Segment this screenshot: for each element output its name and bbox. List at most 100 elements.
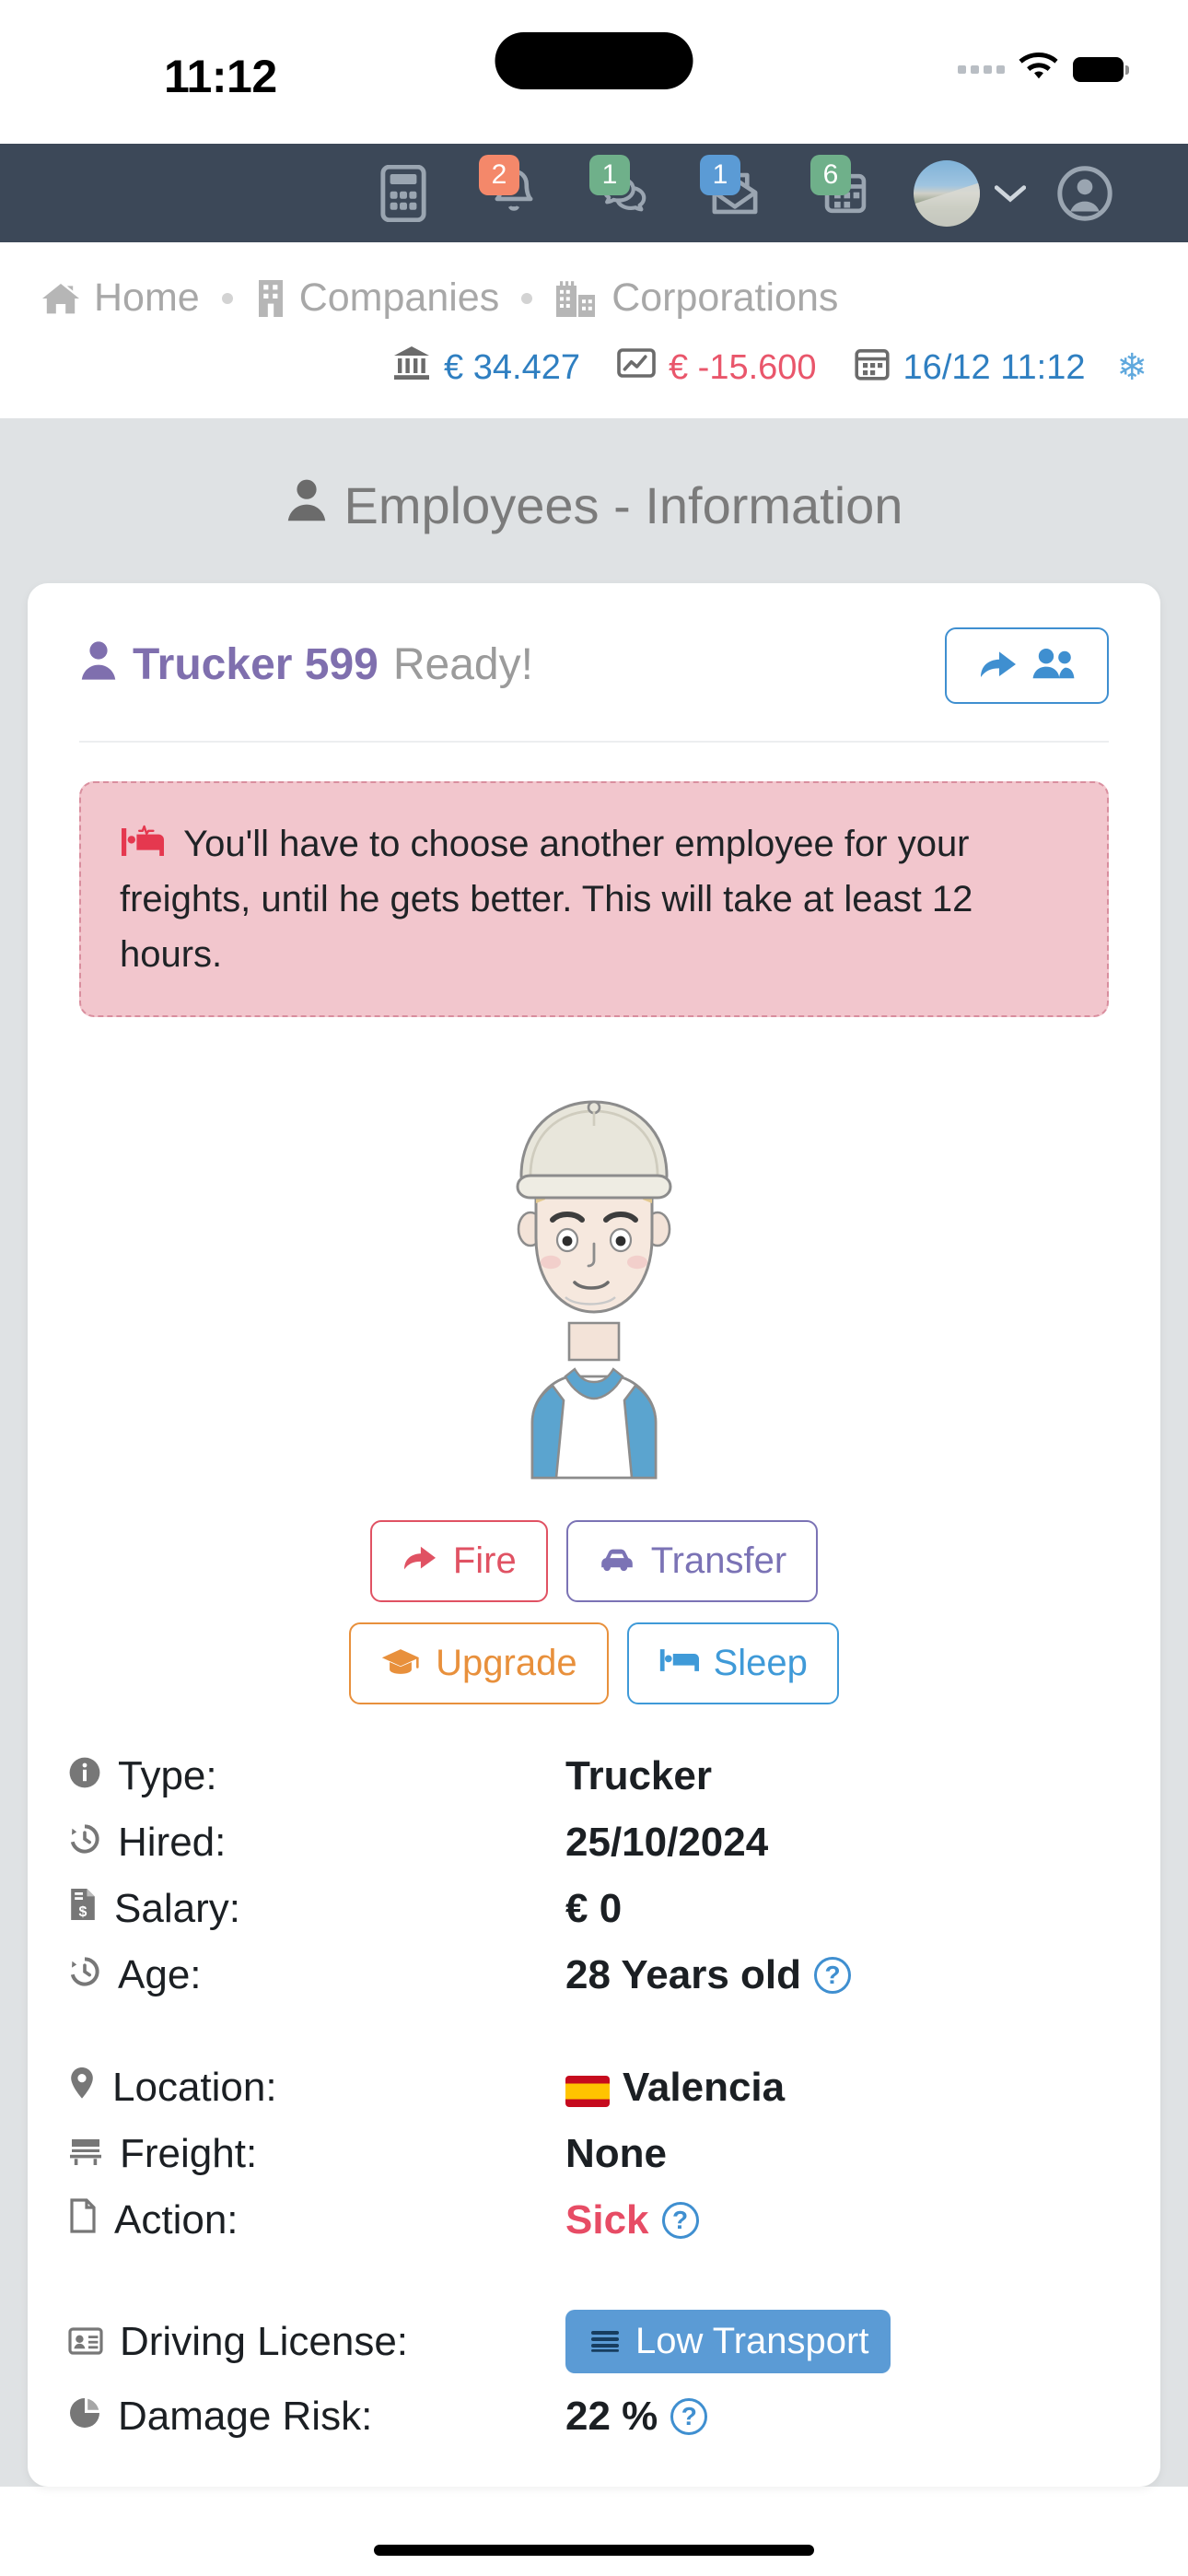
detail-value-freight: None (565, 2131, 667, 2176)
transfer-button-label: Transfer (650, 1540, 787, 1581)
detail-value-location: Valencia (565, 2065, 785, 2111)
wifi-icon (1018, 52, 1060, 88)
license-stack-icon (588, 2321, 623, 2362)
spain-flag (565, 2076, 610, 2107)
upgrade-button[interactable]: Upgrade (349, 1622, 609, 1704)
stat-datetime-value: 16/12 11:12 (903, 347, 1086, 387)
info-icon (68, 1753, 101, 1799)
stats-bar: € 34.427 € -15.600 16/12 11:12 ❄ (0, 321, 1188, 418)
top-navbar: 2 1 1 6 (0, 144, 1188, 242)
detail-row-freight: Freight: None (68, 2121, 1120, 2187)
calculator-icon (378, 164, 429, 222)
employee-title: Trucker 599 Ready! (79, 639, 533, 693)
card-divider (79, 741, 1109, 743)
stat-profit[interactable]: € -15.600 (617, 345, 817, 391)
employee-name: Trucker 599 (133, 639, 379, 689)
detail-value-salary: € 0 (565, 1886, 623, 1931)
age-help-icon[interactable]: ? (814, 1957, 852, 1994)
notifications-badge: 2 (479, 155, 519, 195)
history-icon (68, 1820, 101, 1866)
stat-profit-value: € -15.600 (668, 347, 817, 387)
employee-card: Trucker 599 Ready! You'll have to choose… (28, 583, 1160, 2487)
detail-label-hired: Hired: (68, 1820, 565, 1866)
chat-badge: 1 (589, 155, 630, 195)
graduation-cap-icon (380, 1643, 421, 1684)
nav-item-notifications[interactable]: 2 (459, 144, 569, 242)
detail-label-location: Location: (68, 2065, 565, 2111)
detail-group-spacer (68, 2254, 1120, 2300)
chevron-down-icon (995, 183, 1026, 204)
assign-employee-button[interactable] (945, 627, 1109, 704)
fire-button-label: Fire (452, 1540, 517, 1581)
detail-label-action: Action: (68, 2197, 565, 2243)
detail-row-driving-license: Driving License: Low Transport (68, 2300, 1120, 2383)
app-screen: 11:12 2 1 1 6 Home Companies Corporation… (0, 0, 1188, 2576)
breadcrumb-item-home[interactable]: Home (41, 275, 200, 321)
sleep-button-label: Sleep (713, 1643, 808, 1683)
breadcrumb-item-corporations[interactable]: Corporations (554, 275, 838, 321)
breadcrumb-separator (221, 292, 233, 304)
detail-value-driving-license: Low Transport (565, 2310, 891, 2373)
people-icon (1031, 646, 1076, 685)
nav-item-chat[interactable]: 1 (569, 144, 680, 242)
nav-item-calendar[interactable]: 6 (790, 144, 901, 242)
car-icon (598, 1540, 636, 1582)
signal-dots-icon (958, 65, 1005, 74)
sick-alert-text: You'll have to choose another employee f… (120, 824, 973, 975)
sick-alert: You'll have to choose another employee f… (79, 781, 1109, 1017)
detail-label-age: Age: (68, 1952, 565, 1998)
status-bar-time: 11:12 (164, 51, 277, 102)
damage-risk-help-icon[interactable]: ? (670, 2398, 708, 2435)
detail-label-salary: $ Salary: (68, 1886, 565, 1932)
detail-row-action: Action: Sick ? (68, 2187, 1120, 2254)
detail-label-damage-risk: Damage Risk: (68, 2394, 565, 2440)
detail-label-driving-license: Driving License: (68, 2319, 565, 2365)
detail-row-damage-risk: Damage Risk: 22 % ? (68, 2383, 1120, 2450)
snowflake-icon: ❄ (1116, 347, 1147, 388)
breadcrumb-item-companies[interactable]: Companies (255, 275, 499, 321)
person-icon (285, 475, 328, 535)
employee-avatar (28, 1017, 1160, 1500)
city-icon (554, 278, 599, 319)
detail-row-salary: $ Salary: € 0 (68, 1876, 1120, 1942)
breadcrumb: Home Companies Corporations (0, 242, 1188, 321)
chart-line-icon (617, 345, 656, 391)
detail-row-age: Age: 28 Years old ? (68, 1942, 1120, 2008)
ios-status-bar: 11:12 (0, 0, 1188, 144)
history-icon (68, 1952, 101, 1998)
detail-group-spacer (68, 2008, 1120, 2055)
stat-datetime[interactable]: 16/12 11:12 (854, 345, 1086, 391)
freight-icon (68, 2131, 103, 2177)
mail-badge: 1 (700, 155, 740, 195)
building-icon (255, 278, 286, 319)
breadcrumb-label-home: Home (94, 275, 200, 320)
share-arrow-icon (978, 646, 1019, 685)
stat-bank-balance[interactable]: € 34.427 (392, 345, 580, 391)
profile-avatar (914, 159, 980, 227)
detail-row-type: Type: Trucker (68, 1743, 1120, 1809)
home-icon (41, 280, 81, 317)
upgrade-button-label: Upgrade (436, 1643, 577, 1683)
detail-row-hired: Hired: 25/10/2024 (68, 1809, 1120, 1876)
action-help-icon[interactable]: ? (661, 2202, 699, 2239)
breadcrumb-separator (521, 292, 533, 304)
fire-button[interactable]: Fire (369, 1520, 548, 1602)
status-bar-indicators (958, 52, 1129, 88)
nav-item-profile[interactable] (901, 144, 1039, 242)
trucker-avatar-illustration (516, 1100, 672, 1480)
hospital-bed-icon (120, 824, 176, 864)
share-arrow-icon (402, 1540, 438, 1582)
detail-value-damage-risk: 22 % ? (565, 2394, 708, 2440)
transfer-button[interactable]: Transfer (565, 1520, 819, 1602)
sleep-button[interactable]: Sleep (626, 1622, 839, 1704)
detail-value-type: Trucker (565, 1753, 712, 1798)
nav-item-mail[interactable]: 1 (680, 144, 790, 242)
bank-icon (392, 345, 431, 391)
calendar-icon (854, 345, 891, 391)
map-pin-icon (68, 2065, 96, 2111)
page-body: Employees - Information Trucker 599 Read… (0, 418, 1188, 2487)
nav-item-calculator[interactable] (348, 144, 459, 242)
primary-action-buttons: Fire Transfer (28, 1500, 1160, 1602)
svg-text:$: $ (79, 1904, 87, 1920)
nav-item-account[interactable] (1039, 144, 1131, 242)
